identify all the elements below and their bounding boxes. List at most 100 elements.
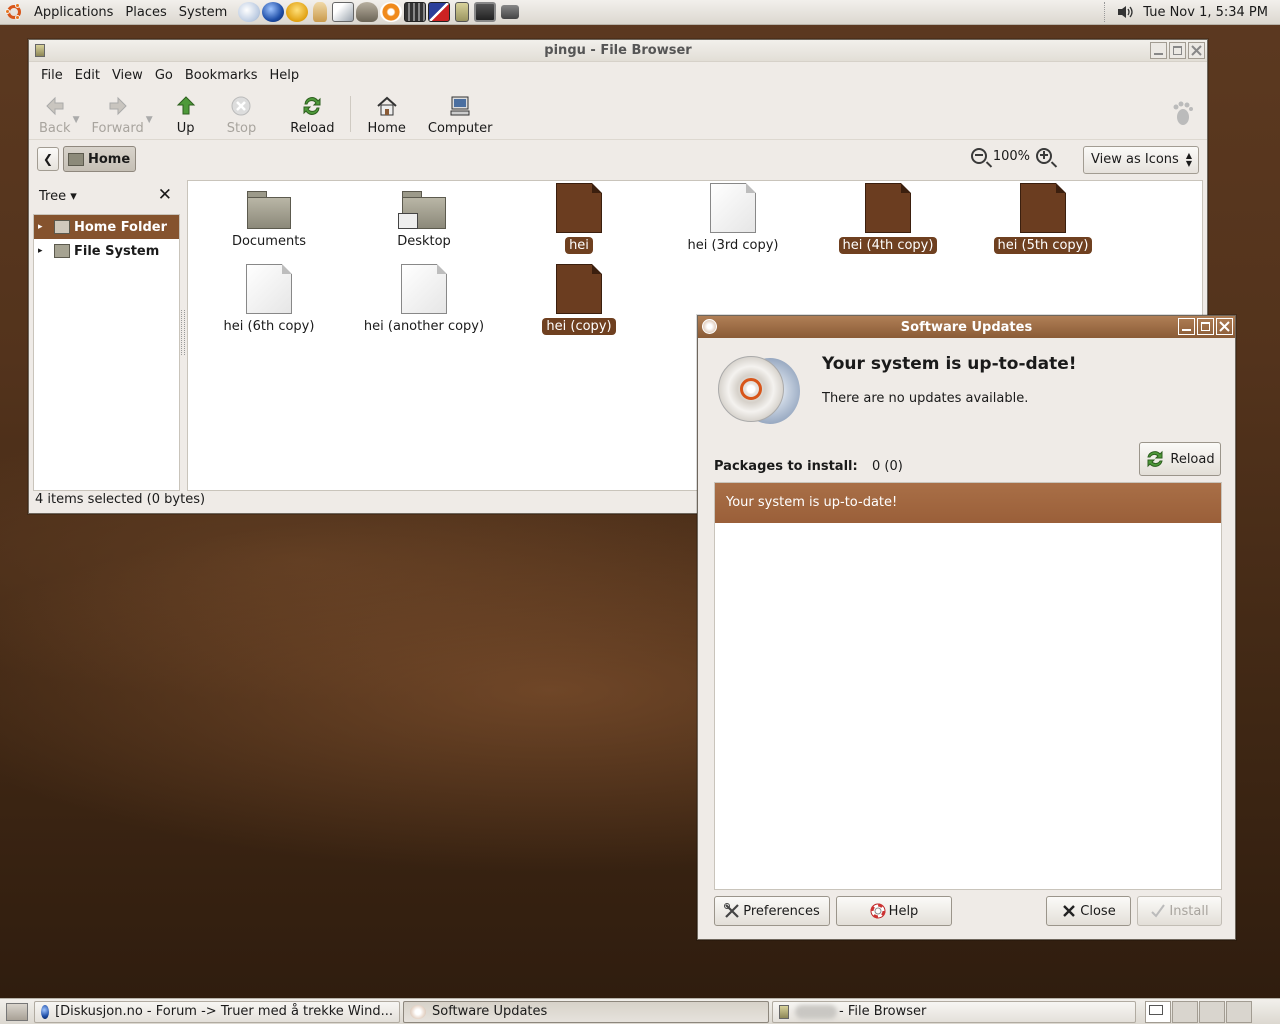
- sidebar-tree: ▸ Home Folder ▸ File System: [33, 214, 180, 491]
- pidgin-icon[interactable]: [313, 2, 328, 22]
- location-back-button[interactable]: ❮: [37, 147, 59, 171]
- updates-list[interactable]: Your system is up-to-date!: [714, 482, 1222, 890]
- file-cabinet-icon[interactable]: [455, 2, 470, 22]
- menu-edit[interactable]: Edit: [69, 68, 106, 83]
- toolbar-separator: [350, 95, 352, 132]
- text-editor-icon[interactable]: [428, 2, 451, 22]
- image-viewer-icon[interactable]: [332, 2, 355, 22]
- calculator-icon[interactable]: [404, 2, 427, 22]
- document-icon: [710, 183, 756, 233]
- folder-icon: [54, 244, 70, 258]
- sidebar-item-file-system[interactable]: ▸ File System: [34, 239, 179, 263]
- workspace-2[interactable]: [1172, 1000, 1198, 1023]
- expander-icon[interactable]: ▸: [38, 246, 50, 256]
- preferences-button[interactable]: Preferences: [714, 896, 830, 926]
- workspace-4[interactable]: [1226, 1000, 1252, 1023]
- update-status-heading: Your system is up-to-date!: [822, 354, 1077, 374]
- home-icon: [376, 95, 398, 117]
- update-status-subheading: There are no updates available.: [822, 391, 1029, 406]
- close-window-button[interactable]: [1188, 42, 1205, 59]
- sidebar-mode-select[interactable]: Tree ▾: [39, 189, 77, 204]
- menu-bookmarks[interactable]: Bookmarks: [179, 68, 264, 83]
- show-desktop-icon[interactable]: [6, 1002, 28, 1021]
- back-history-dropdown[interactable]: ▼: [73, 115, 80, 125]
- stop-icon: [230, 95, 252, 117]
- packages-label: Packages to install:: [714, 459, 858, 474]
- file-item-hei-4th-copy[interactable]: hei (4th copy): [818, 183, 958, 254]
- install-button[interactable]: Install: [1137, 896, 1222, 926]
- toolbar: Back ▼ Forward ▼ Up Stop Reload Home Com…: [29, 88, 1207, 140]
- home-button[interactable]: Home: [361, 90, 411, 138]
- system-menu[interactable]: System: [173, 0, 233, 25]
- zoom-in-icon[interactable]: [1036, 148, 1052, 164]
- sidebar-item-home-folder[interactable]: ▸ Home Folder: [34, 215, 179, 239]
- document-icon: [556, 264, 602, 314]
- menu-go[interactable]: Go: [149, 68, 179, 83]
- file-item-hei-5th-copy[interactable]: hei (5th copy): [973, 183, 1113, 254]
- reload-icon: [1147, 450, 1164, 468]
- back-button[interactable]: Back: [33, 90, 77, 138]
- menu-view[interactable]: View: [106, 68, 149, 83]
- gimp-icon[interactable]: [356, 2, 379, 22]
- menu-help[interactable]: Help: [263, 68, 305, 83]
- zoom-level[interactable]: 100%: [993, 149, 1030, 164]
- zoom-out-icon[interactable]: [970, 148, 987, 164]
- up-button[interactable]: Up: [169, 90, 203, 138]
- places-menu[interactable]: Places: [119, 0, 172, 25]
- ubuntu-logo-icon[interactable]: [5, 3, 23, 21]
- minimize-button[interactable]: [1178, 318, 1195, 335]
- close-button[interactable]: Close: [1046, 896, 1131, 926]
- minimize-button[interactable]: [1150, 42, 1167, 59]
- folder-icon: [247, 191, 291, 229]
- tray-separator: [1104, 2, 1107, 22]
- location-bar: ❮ Home 100% View as Icons ▲ ▼: [29, 140, 1207, 178]
- file-item-hei[interactable]: hei: [509, 183, 649, 254]
- terminal-icon[interactable]: [474, 2, 497, 22]
- document-icon: [1020, 183, 1066, 233]
- maximize-button[interactable]: [1197, 318, 1214, 335]
- list-item[interactable]: Your system is up-to-date!: [715, 483, 1221, 523]
- forward-arrow-icon: [107, 95, 129, 117]
- help-button[interactable]: Help: [836, 896, 952, 926]
- expander-icon[interactable]: ▸: [38, 222, 50, 232]
- file-item-hei-another-copy[interactable]: hei (another copy): [354, 264, 494, 335]
- top-panel: Applications Places System Tue Nov 1, 5:…: [0, 0, 1280, 25]
- menu-file[interactable]: File: [35, 68, 69, 83]
- software-updates-titlebar[interactable]: Software Updates: [698, 316, 1235, 338]
- taskbar-item-firefox[interactable]: [Diskusjon.no - Forum -> Truer med å tre…: [34, 1000, 400, 1023]
- close-sidebar-icon[interactable]: ✕: [158, 185, 172, 205]
- web-browser-icon[interactable]: [238, 2, 261, 22]
- file-item-desktop[interactable]: Desktop: [354, 183, 494, 250]
- close-window-button[interactable]: [1216, 318, 1233, 335]
- file-item-hei-6th-copy[interactable]: hei (6th copy): [199, 264, 339, 335]
- taskbar-item-file-browser[interactable]: - File Browser: [772, 1000, 1136, 1023]
- file-item-hei-3rd-copy[interactable]: hei (3rd copy): [663, 183, 803, 254]
- file-item-hei-copy[interactable]: hei (copy): [509, 264, 649, 335]
- forward-button[interactable]: Forward: [85, 90, 149, 138]
- workspace-1[interactable]: [1145, 1000, 1171, 1023]
- pane-resize-handle[interactable]: [181, 310, 185, 355]
- camera-icon[interactable]: [501, 5, 520, 19]
- reload-updates-button[interactable]: Reload: [1139, 442, 1221, 476]
- blender-icon[interactable]: [380, 2, 403, 22]
- clock[interactable]: Tue Nov 1, 5:34 PM: [1143, 5, 1268, 20]
- file-browser-titlebar[interactable]: pingu - File Browser: [29, 40, 1207, 62]
- up-arrow-icon: [175, 95, 197, 117]
- forward-history-dropdown[interactable]: ▼: [146, 115, 153, 125]
- taskbar-item-software-updates[interactable]: Software Updates: [403, 1000, 769, 1023]
- globe-icon[interactable]: [262, 2, 285, 22]
- maximize-button[interactable]: [1169, 42, 1186, 59]
- applications-menu[interactable]: Applications: [28, 0, 119, 25]
- workspace-3[interactable]: [1199, 1000, 1225, 1023]
- computer-button[interactable]: Computer: [422, 90, 499, 138]
- view-mode-select[interactable]: View as Icons ▲ ▼: [1083, 146, 1199, 174]
- stop-button[interactable]: Stop: [221, 90, 263, 138]
- window-title: Software Updates: [900, 319, 1033, 335]
- volume-icon[interactable]: [1117, 5, 1135, 19]
- menubar: File Edit View Go Bookmarks Help: [29, 62, 1207, 88]
- file-item-documents[interactable]: Documents: [199, 183, 339, 250]
- packages-count: 0 (0): [872, 459, 903, 474]
- reload-button[interactable]: Reload: [284, 90, 340, 138]
- messenger-icon[interactable]: [286, 2, 309, 22]
- path-button-home[interactable]: Home: [63, 146, 137, 172]
